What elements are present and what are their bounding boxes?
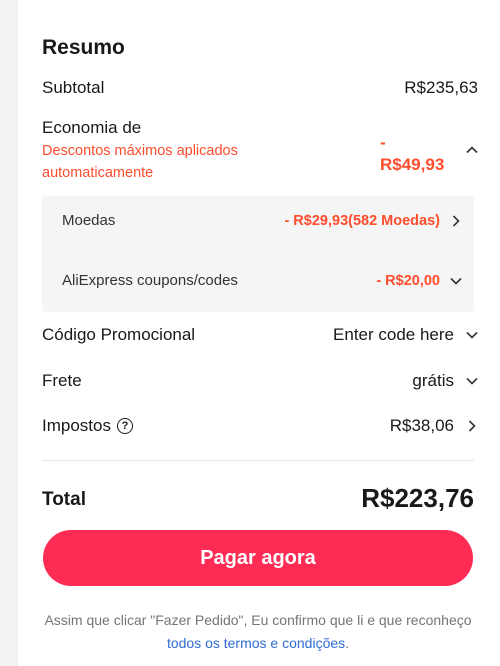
chevron-right-icon[interactable] xyxy=(464,418,480,434)
promo-label: Código Promocional xyxy=(42,325,196,344)
legal-notice: Assim que clicar "Fazer Pedido", Eu conf… xyxy=(42,609,474,655)
chevron-down-icon[interactable] xyxy=(464,373,480,389)
total-label: Total xyxy=(42,489,86,510)
summary-title: Resumo xyxy=(42,36,125,59)
shipping-label: Frete xyxy=(42,371,82,390)
shipping-row[interactable]: Frete grátis xyxy=(42,371,480,391)
chevron-up-icon[interactable] xyxy=(464,142,480,163)
chevron-down-icon[interactable] xyxy=(464,327,480,343)
taxes-value: R$38,06 xyxy=(389,416,454,435)
coupons-label: AliExpress coupons/codes xyxy=(62,272,238,289)
coins-label: Moedas xyxy=(62,212,116,229)
terms-link[interactable]: todos os termos e condições xyxy=(167,635,345,651)
taxes-row[interactable]: Impostos ? R$38,06 xyxy=(42,416,480,436)
savings-sign: - xyxy=(380,133,386,152)
savings-breakdown: Moedas - R$29,93(582 Moedas) AliExpress … xyxy=(42,196,474,312)
coins-value: - R$29,93(582 Moedas) xyxy=(284,212,440,229)
savings-amount: R$49,93 xyxy=(380,155,445,174)
order-summary-card: Resumo Subtotal R$235,63 Economia de Des… xyxy=(18,0,500,666)
help-circle-icon[interactable]: ? xyxy=(116,418,133,434)
savings-value: - R$49,93 xyxy=(380,132,458,176)
pay-now-button[interactable]: Pagar agora xyxy=(43,530,473,586)
taxes-label: Impostos xyxy=(42,416,111,435)
savings-label: Economia de xyxy=(42,118,142,137)
chevron-right-icon[interactable] xyxy=(448,213,464,229)
legal-end: . xyxy=(345,635,350,651)
subtotal-row: Subtotal R$235,63 xyxy=(42,78,480,98)
coins-row[interactable]: Moedas - R$29,93(582 Moedas) xyxy=(62,212,464,229)
divider xyxy=(42,460,474,461)
subtotal-value: R$235,63 xyxy=(404,78,478,97)
subtotal-label: Subtotal xyxy=(42,78,105,97)
promo-code-row[interactable]: Código Promocional Enter code here xyxy=(42,325,480,345)
savings-subtext: Descontos máximos aplicados automaticame… xyxy=(42,143,238,181)
promo-code-input[interactable]: Enter code here xyxy=(333,325,454,345)
legal-text: Assim que clicar "Fazer Pedido", Eu conf… xyxy=(44,612,472,628)
coupons-row[interactable]: AliExpress coupons/codes - R$20,00 xyxy=(62,272,464,289)
shipping-value: grátis xyxy=(412,371,454,390)
chevron-down-icon[interactable] xyxy=(448,273,464,289)
total-value: R$223,76 xyxy=(361,483,474,513)
coupons-value: - R$20,00 xyxy=(376,272,440,289)
